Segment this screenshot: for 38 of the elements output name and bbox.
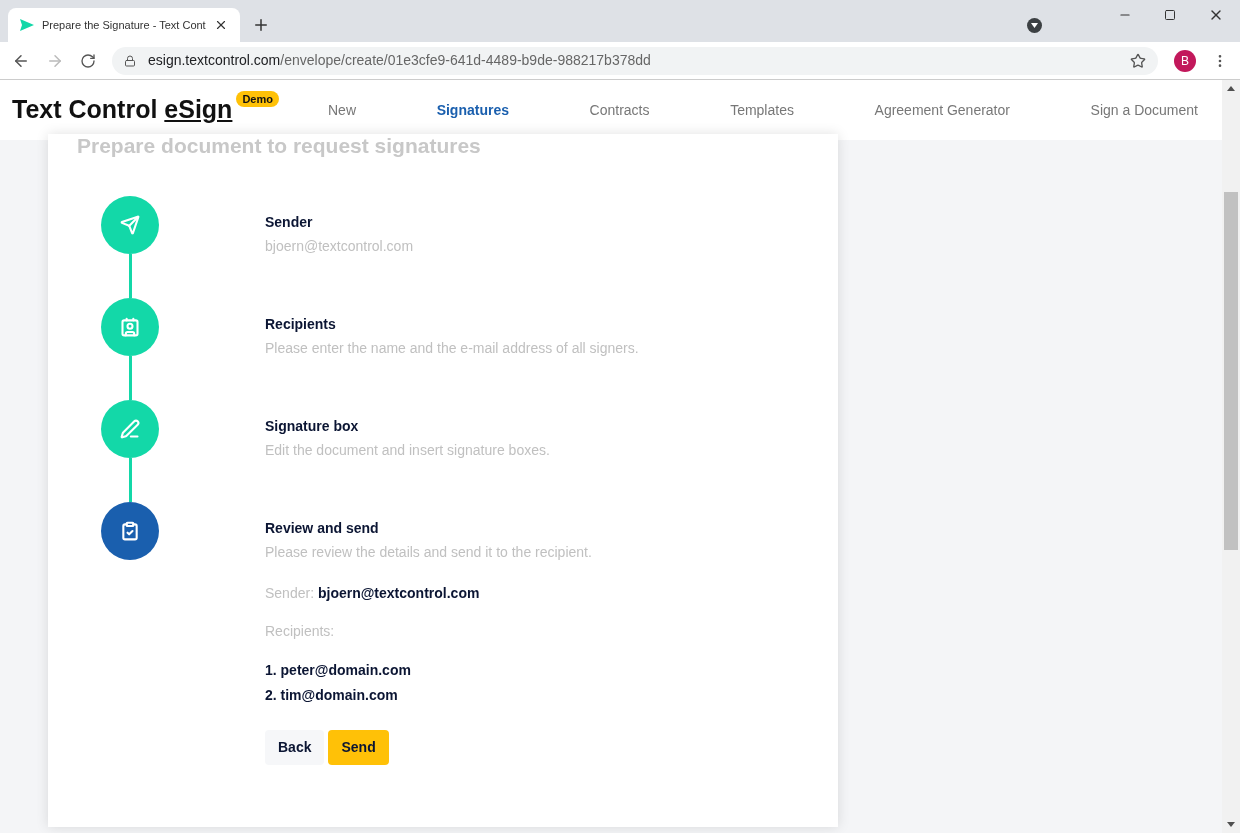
reload-icon[interactable] <box>80 52 96 69</box>
profile-avatar[interactable]: B <box>1174 49 1196 72</box>
step-title: Recipients <box>265 315 337 334</box>
step-description: Please review the details and send it to the recipient. <box>265 543 592 562</box>
nav-link[interactable]: New <box>328 99 356 121</box>
maximize-icon[interactable] <box>1164 9 1176 21</box>
bookmark-star-icon[interactable] <box>1130 52 1146 69</box>
browser-tab[interactable]: Prepare the Signature - Text Cont <box>8 8 240 42</box>
tab-title: Prepare the Signature - Text Cont <box>42 17 206 33</box>
address-bar[interactable]: esign.textcontrol.com/envelope/create/01e3cfe9-641d-4489-b9de-988217b378dd <box>112 46 1158 75</box>
recipient-item: 2. tim@domain.com <box>265 686 399 705</box>
edit-icon <box>120 419 140 439</box>
step-description: Edit the document and insert signature boxes. <box>265 441 550 460</box>
tab-search-icon[interactable] <box>1027 18 1042 33</box>
contact-icon <box>120 317 140 337</box>
nav-link[interactable]: Sign a Document <box>1090 99 1198 121</box>
nav-link[interactable]: Agreement Generator <box>874 99 1010 121</box>
step-description: Please enter the name and the e-mail address of all signers. <box>265 339 639 358</box>
back-button[interactable]: Back <box>265 730 325 765</box>
url-text: esign.textcontrol.com/envelope/create/01e3cfe9-641d-4489-b9de-988217b378dd <box>148 51 651 70</box>
recipients-label: Recipients: <box>265 622 336 641</box>
lock-icon <box>124 54 136 67</box>
sender-line: Sender: bjoern@textcontrol.com <box>265 584 481 603</box>
send-icon <box>120 215 140 235</box>
demo-badge: Demo <box>236 91 279 108</box>
step-title: Review and send <box>265 519 380 538</box>
scrollbar-drawing[interactable] <box>1222 80 1240 833</box>
nav-link[interactable]: Contracts <box>589 99 650 121</box>
nav-link[interactable]: Templates <box>730 99 794 121</box>
paper-plane-icon <box>20 19 34 31</box>
step-title: Signature box <box>265 417 360 436</box>
nav-link[interactable]: Signatures <box>436 99 509 121</box>
review-icon <box>120 521 140 541</box>
brand-logo[interactable]: Text Control eSign <box>12 91 233 129</box>
send-button[interactable]: Send <box>328 730 389 765</box>
step-description: bjoern@textcontrol.com <box>265 237 414 256</box>
step-title: Sender <box>265 213 314 232</box>
recipient-item: 1. peter@domain.com <box>265 661 412 680</box>
